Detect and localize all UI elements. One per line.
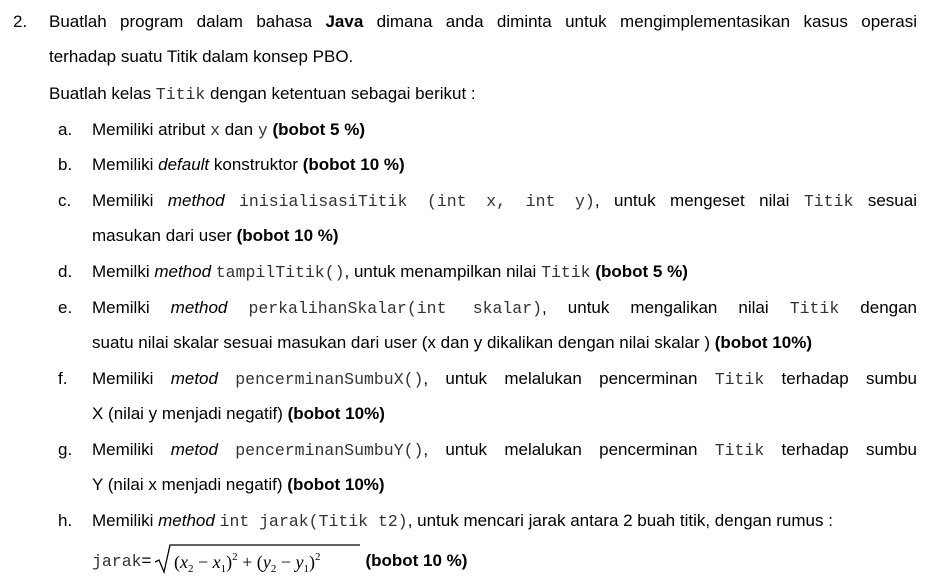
bobot-label: (bobot 10%) — [714, 333, 812, 352]
java-keyword: Java — [325, 12, 364, 31]
item-f-letter: f. — [58, 369, 68, 388]
item-b-text: Memiliki default konstruktor (bobot 10 %… — [92, 155, 405, 174]
formula-code: jarak — [92, 551, 142, 571]
item-g-text-line-2: Y (nilai x menjadi negatif) (bobot 10%) — [92, 475, 385, 494]
distance-formula: jarak = (x2 − x1)2 + (y2 − y1)2 (bobot 1… — [92, 543, 468, 580]
item-d-text: Memilki method tampilTitik(), untuk mena… — [92, 262, 688, 282]
item-d-letter: d. — [58, 262, 73, 281]
item-e-letter: e. — [58, 298, 73, 317]
bobot-label: (bobot 5 %) — [595, 262, 688, 281]
item-e-text-line-1: Memilki method perkalihanSkalar(int skal… — [92, 298, 918, 318]
item-f-text-line-1: Memiliki metod pencerminanSumbuX(), untu… — [92, 369, 917, 389]
bobot-label: (bobot 10 %) — [302, 155, 405, 174]
item-b-letter: b. — [58, 155, 73, 174]
item-h-letter: h. — [58, 511, 73, 530]
item-g-text-line-1: Memiliki metod pencerminanSumbuY(), untu… — [92, 440, 917, 460]
formula-equals: = — [141, 551, 152, 570]
sqrt-icon: (x2 − x1)2 + (y2 − y1)2 — [155, 543, 361, 575]
intro-line-3: Buatlah kelas Titik dengan ketentuan seb… — [49, 84, 476, 104]
item-a-text: Memiliki atribut x dan y (bobot 5 %) — [92, 120, 365, 140]
intro-line-2: terhadap suatu Titik dalam konsep PBO. — [49, 47, 354, 66]
bobot-label: (bobot 10 %) — [236, 226, 339, 245]
bobot-label: (bobot 5 %) — [272, 120, 365, 139]
item-h-text-line-1: Memiliki method int jarak(Titik t2), unt… — [92, 511, 833, 531]
item-e-text-line-2: suatu nilai skalar sesuai masukan dari u… — [92, 333, 812, 352]
bobot-label: (bobot 10%) — [287, 475, 385, 494]
item-c-text-line-1: Memiliki method inisialisasiTitik (int x… — [92, 191, 917, 211]
class-name-code: Titik — [155, 85, 206, 104]
bobot-label: (bobot 10 %) — [365, 551, 468, 570]
item-f-text-line-2: X (nilai y menjadi negatif) (bobot 10%) — [92, 404, 385, 423]
bobot-label: (bobot 10%) — [287, 404, 385, 423]
item-c-letter: c. — [58, 191, 72, 210]
item-c-text-line-2: masukan dari user (bobot 10 %) — [92, 226, 339, 245]
sqrt-expression: (x2 − x1)2 + (y2 − y1)2 — [155, 543, 361, 580]
item-a-letter: a. — [58, 120, 73, 139]
item-g-letter: g. — [58, 440, 73, 459]
question-number: 2. — [13, 12, 28, 31]
intro-line-1: Buatlah program dalam bahasa Java dimana… — [49, 12, 917, 31]
svg-text:(x2 − x1)2 + (y2 − y1)2: (x2 − x1)2 + (y2 − y1)2 — [174, 551, 320, 575]
